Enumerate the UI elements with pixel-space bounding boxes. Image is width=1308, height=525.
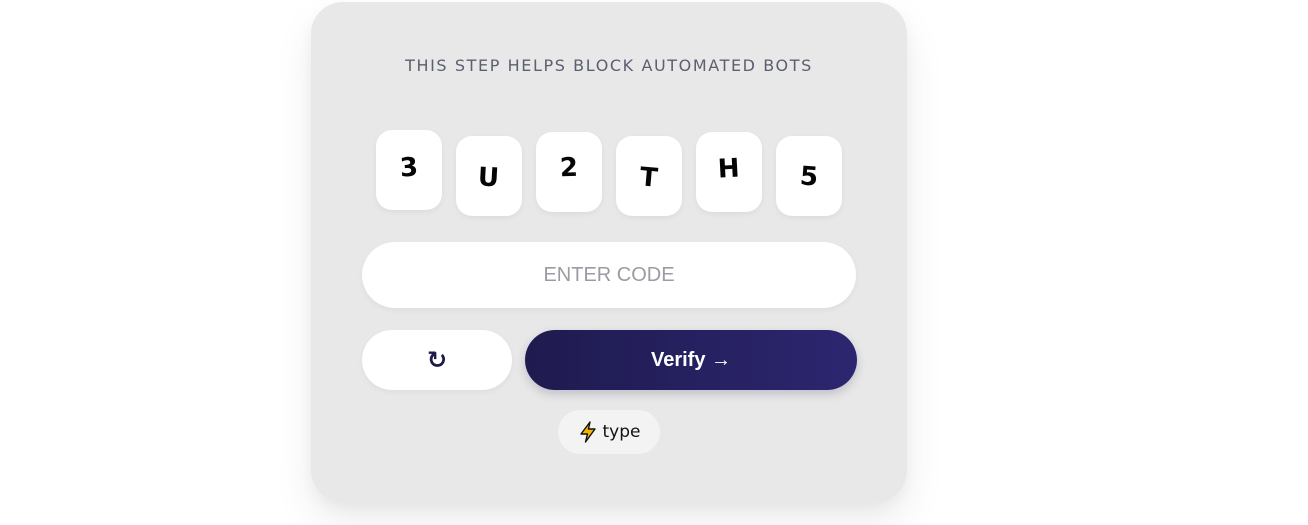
refresh-button[interactable]: ↻ [362,330,512,390]
captcha-character-6: 5 [776,136,842,216]
captcha-character-4: T [616,136,682,216]
captcha-character-3: 2 [536,132,602,212]
captcha-mode-label: type [602,422,641,442]
captcha-character-2: U [456,136,522,216]
lightning-bolt-icon [578,421,598,443]
captcha-mode-toggle[interactable]: type [558,410,660,454]
captcha-character-1: 3 [376,130,442,210]
code-input[interactable] [362,242,856,308]
refresh-icon: ↻ [426,346,448,374]
verify-button[interactable]: Verify → [525,330,857,390]
verify-button-label: Verify → [650,348,732,371]
captcha-subtitle: THIS STEP HELPS BLOCK AUTOMATED BOTS [405,56,813,75]
captcha-card: THIS STEP HELPS BLOCK AUTOMATED BOTS 3 U… [311,2,907,502]
captcha-character-5: H [696,132,762,212]
